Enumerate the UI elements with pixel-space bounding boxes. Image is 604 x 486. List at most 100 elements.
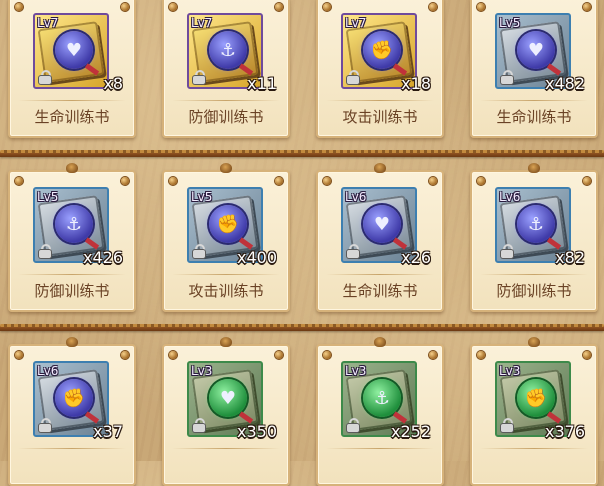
pin-icon — [275, 3, 283, 11]
card-divider — [326, 448, 434, 449]
item-icon-frame: ✊ Lv5 x400 — [187, 187, 277, 267]
item-card[interactable]: ♥ Lv5 x482 生命训练书 — [470, 0, 598, 138]
item-level: Lv7 — [345, 16, 367, 30]
rope-knot-icon — [374, 163, 386, 173]
pin-icon — [169, 177, 177, 185]
item-level: Lv5 — [499, 16, 521, 30]
item-name: 攻击训练书 — [342, 108, 418, 126]
pin-icon — [429, 351, 437, 359]
item-name: 生命训练书 — [342, 282, 418, 300]
hanging-rope — [0, 324, 604, 327]
pin-icon — [15, 177, 23, 185]
lock-icon — [501, 70, 513, 84]
item-quantity: x252 — [390, 422, 431, 441]
item-icon-frame: ⚓ Lv6 x82 — [495, 187, 585, 267]
item-card[interactable]: ⚓ Lv7 x11 防御训练书 — [162, 0, 290, 138]
item-quantity: x350 — [236, 422, 277, 441]
card-divider — [480, 448, 588, 449]
item-name: 攻击训练书 — [188, 282, 264, 300]
hanging-rope — [0, 150, 604, 153]
item-level: Lv3 — [345, 364, 367, 378]
item-quantity: x376 — [544, 422, 585, 441]
item-quantity: x400 — [236, 248, 277, 267]
item-quantity: x482 — [544, 74, 585, 93]
item-card[interactable]: ✊ Lv6 x37 — [8, 337, 136, 486]
lock-icon — [193, 70, 205, 84]
item-card[interactable]: ✊ Lv7 x18 攻击训练书 — [316, 0, 444, 138]
pin-icon — [169, 351, 177, 359]
item-icon-frame: ♥ Lv3 x350 — [187, 361, 277, 441]
item-name: 防御训练书 — [188, 108, 264, 126]
rope-knot-icon — [66, 163, 78, 173]
item-card[interactable]: ⚓ Lv5 x426 防御训练书 — [8, 163, 136, 312]
rope-knot-icon — [374, 337, 386, 347]
pin-icon — [477, 351, 485, 359]
item-card[interactable]: ✊ Lv5 x400 攻击训练书 — [162, 163, 290, 312]
item-card[interactable]: ♥ Lv7 x8 生命训练书 — [8, 0, 136, 138]
item-icon-frame: ✊ Lv3 x376 — [495, 361, 585, 441]
item-level: Lv6 — [345, 190, 367, 204]
rope-knot-icon — [220, 337, 232, 347]
pin-icon — [323, 3, 331, 11]
item-quantity: x426 — [82, 248, 123, 267]
pin-icon — [121, 3, 129, 11]
pin-icon — [15, 351, 23, 359]
rope-knot-icon — [528, 337, 540, 347]
item-quantity: x8 — [103, 74, 123, 93]
pin-icon — [429, 3, 437, 11]
pin-icon — [121, 177, 129, 185]
card-divider — [18, 448, 126, 449]
lock-icon — [347, 418, 359, 432]
card-divider — [18, 100, 126, 101]
item-icon-frame: ⚓ Lv5 x426 — [33, 187, 123, 267]
rope-knot-icon — [220, 163, 232, 173]
card-divider — [480, 274, 588, 275]
item-level: Lv6 — [37, 364, 59, 378]
pin-icon — [275, 351, 283, 359]
item-card[interactable]: ✊ Lv3 x376 — [470, 337, 598, 486]
card-divider — [326, 100, 434, 101]
card-divider — [326, 274, 434, 275]
lock-icon — [39, 70, 51, 84]
item-icon-frame: ✊ Lv6 x37 — [33, 361, 123, 441]
item-name: 生命训练书 — [496, 108, 572, 126]
item-icon-frame: ♥ Lv6 x26 — [341, 187, 431, 267]
card-divider — [172, 100, 280, 101]
item-icon-frame: ⚓ Lv3 x252 — [341, 361, 431, 441]
item-card[interactable]: ⚓ Lv3 x252 — [316, 337, 444, 486]
pin-icon — [583, 351, 591, 359]
lock-icon — [39, 418, 51, 432]
lock-icon — [193, 418, 205, 432]
item-card[interactable]: ⚓ Lv6 x82 防御训练书 — [470, 163, 598, 312]
lock-icon — [193, 244, 205, 258]
item-card[interactable]: ♥ Lv6 x26 生命训练书 — [316, 163, 444, 312]
item-quantity: x18 — [401, 74, 431, 93]
item-level: Lv3 — [191, 364, 213, 378]
pin-icon — [429, 177, 437, 185]
pin-icon — [275, 177, 283, 185]
pin-icon — [323, 351, 331, 359]
item-level: Lv7 — [191, 16, 213, 30]
pin-icon — [583, 177, 591, 185]
pin-icon — [477, 177, 485, 185]
lock-icon — [39, 244, 51, 258]
item-name: 防御训练书 — [496, 282, 572, 300]
card-divider — [172, 448, 280, 449]
item-card[interactable]: ♥ Lv3 x350 — [162, 337, 290, 486]
item-level: Lv5 — [191, 190, 213, 204]
lock-icon — [347, 244, 359, 258]
item-name: 防御训练书 — [34, 282, 110, 300]
item-quantity: x11 — [247, 74, 277, 93]
card-divider — [480, 100, 588, 101]
pin-icon — [15, 3, 23, 11]
item-level: Lv6 — [499, 190, 521, 204]
item-icon-frame: ♥ Lv7 x8 — [33, 13, 123, 93]
pin-icon — [323, 177, 331, 185]
item-level: Lv7 — [37, 16, 59, 30]
item-level: Lv5 — [37, 190, 59, 204]
lock-icon — [347, 70, 359, 84]
item-name: 生命训练书 — [34, 108, 110, 126]
lock-icon — [501, 418, 513, 432]
item-icon-frame: ♥ Lv5 x482 — [495, 13, 585, 93]
pin-icon — [583, 3, 591, 11]
